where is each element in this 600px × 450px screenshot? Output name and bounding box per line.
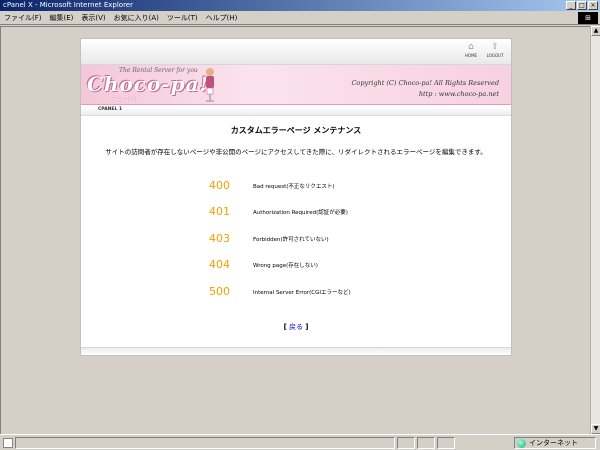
window-title: cPanel X - Microsoft Internet Explorer <box>3 1 133 9</box>
error-label-400: Bad request(不正なリクエスト) <box>253 184 335 190</box>
logout-icon: ⇪ <box>491 42 499 52</box>
back-link-container: [ 戻る ] <box>81 322 511 332</box>
mascot-icon <box>206 68 214 102</box>
window-controls: _ □ × <box>566 1 598 10</box>
error-row-404: 404 Wrong page(存在しない) <box>81 258 511 272</box>
status-cell-1 <box>397 436 415 449</box>
error-code-400-link[interactable]: 400 <box>209 179 230 192</box>
logout-label: LOGOUT <box>486 53 504 58</box>
home-label: HOME <box>464 53 478 58</box>
back-bracket-close: ] <box>305 323 309 331</box>
error-row-401: 401 Authorization Required(認証が必要) <box>81 205 511 219</box>
menu-edit[interactable]: 編集(E) <box>50 13 74 23</box>
status-cell-2 <box>417 436 435 449</box>
menu-favorites[interactable]: お気に入り(A) <box>114 13 159 23</box>
error-label-403: Forbidden(許可されていない) <box>253 237 329 243</box>
vertical-scrollbar[interactable]: ▲ ▼ <box>590 26 600 434</box>
cpanel-container: ⌂ HOME ⇪ LOGOUT The Rental Server for yo… <box>80 38 512 356</box>
menu-tools[interactable]: ツール(T) <box>167 13 198 23</box>
page-icon <box>3 437 13 448</box>
menu-file[interactable]: ファイル(F) <box>4 13 42 23</box>
windows-logo-icon: ⊞ <box>578 12 598 24</box>
error-code-401-link[interactable]: 401 <box>209 205 230 218</box>
scroll-up-icon[interactable]: ▲ <box>591 26 600 36</box>
error-label-404: Wrong page(存在しない) <box>253 263 318 269</box>
banner-logo-sub: チョコパ! <box>111 96 138 103</box>
error-code-403-link[interactable]: 403 <box>209 232 230 245</box>
back-bracket-open: [ <box>283 323 287 331</box>
menu-view[interactable]: 表示(V) <box>81 13 105 23</box>
breadcrumb[interactable]: CPANEL 1 <box>98 107 122 112</box>
minimize-button[interactable]: _ <box>566 1 576 10</box>
zone-label: インターネット <box>529 439 578 447</box>
banner: The Rental Server for you Choco-pa! チョコパ… <box>81 65 511 105</box>
banner-logo: Choco-pa! <box>87 72 210 96</box>
breadcrumb-bar: CPANEL 1 <box>81 106 511 116</box>
status-cell-3 <box>437 436 455 449</box>
back-link[interactable]: 戻る <box>289 323 303 331</box>
error-row-400: 400 Bad request(不正なリクエスト) <box>81 179 511 193</box>
error-row-500: 500 Internal Server Error(CGIエラーなど) <box>81 285 511 299</box>
error-label-500: Internal Server Error(CGIエラーなど) <box>253 290 351 296</box>
error-code-404-link[interactable]: 404 <box>209 258 230 271</box>
menu-bar: ファイル(F) 編集(E) 表示(V) お気に入り(A) ツール(T) ヘルプ(… <box>0 11 600 25</box>
logout-button[interactable]: ⇪ LOGOUT <box>484 42 506 58</box>
globe-icon <box>517 439 526 448</box>
status-text-cell <box>15 436 395 449</box>
menu-help[interactable]: ヘルプ(H) <box>206 13 238 23</box>
error-label-401: Authorization Required(認証が必要) <box>253 210 348 216</box>
page-title: カスタムエラーページ メンテナンス <box>230 126 362 135</box>
error-row-403: 403 Forbidden(許可されていない) <box>81 232 511 246</box>
error-code-500-link[interactable]: 500 <box>209 285 230 298</box>
page-description: サイトの訪問者が存在しないページや非公開のページにアクセスしてきた際に、リダイレ… <box>105 148 487 156</box>
bottom-strip <box>81 347 511 355</box>
banner-url: http : www.choco-pa.net <box>418 90 499 98</box>
close-button[interactable]: × <box>588 1 598 10</box>
home-icon: ⌂ <box>468 42 474 52</box>
banner-copyright: Copyright (C) Choco-pa! All Rights Reser… <box>351 79 499 87</box>
maximize-button[interactable]: □ <box>577 1 587 10</box>
scroll-down-icon[interactable]: ▼ <box>591 424 600 434</box>
top-toolbar: ⌂ HOME ⇪ LOGOUT <box>81 39 511 65</box>
window-title-bar: cPanel X - Microsoft Internet Explorer _… <box>0 0 600 11</box>
home-button[interactable]: ⌂ HOME <box>460 42 482 58</box>
security-zone: インターネット <box>514 437 596 449</box>
status-bar: インターネット <box>0 434 600 450</box>
